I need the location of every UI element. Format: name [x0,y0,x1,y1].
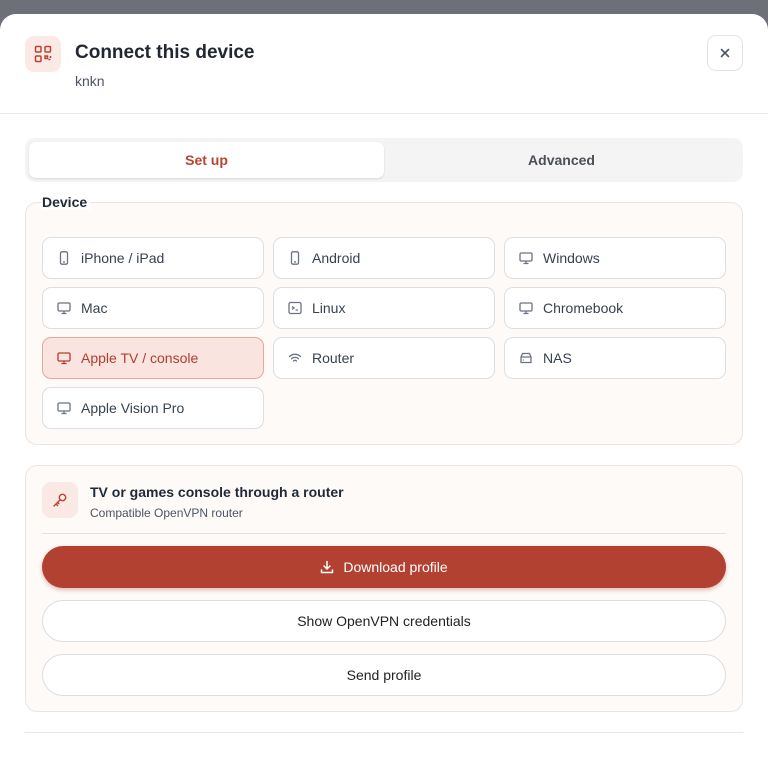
terminal-icon [288,301,302,315]
monitor-icon [57,352,71,365]
device-option-chromebook[interactable]: Chromebook [504,287,726,329]
device-name: knkn [75,73,105,89]
device-option-label: NAS [543,350,572,366]
device-option-android[interactable]: Android [273,237,495,279]
device-option-apple-vision-pro[interactable]: Apple Vision Pro [42,387,264,429]
show-credentials-button[interactable]: Show OpenVPN credentials [42,600,726,642]
device-option-label: iPhone / iPad [81,250,165,266]
download-icon [321,560,334,574]
download-profile-label: Download profile [343,559,448,575]
mode-tabs: Set up Advanced [25,138,743,182]
divider [42,533,726,534]
device-option-label: Windows [543,250,600,266]
key-icon [42,482,78,518]
device-grid: iPhone / iPad Android Windows Mac Linux … [42,237,726,429]
device-option-label: Apple TV / console [81,350,199,366]
monitor-icon [57,402,71,415]
device-option-label: Router [312,350,355,366]
monitor-icon [519,252,533,265]
device-option-label: Linux [312,300,346,316]
device-option-label: Apple Vision Pro [81,400,185,416]
modal-header: Connect this device knkn [0,14,768,114]
monitor-icon [57,302,71,315]
device-option-label: Android [312,250,361,266]
close-icon [720,48,730,58]
device-option-apple-tv-console[interactable]: Apple TV / console [42,337,264,379]
router-instructions-card: TV or games console through a router Com… [25,465,743,712]
router-card-subtitle: Compatible OpenVPN router [90,506,243,520]
device-fieldset: iPhone / iPad Android Windows Mac Linux … [25,202,743,445]
download-profile-button[interactable]: Download profile [42,546,726,588]
monitor-icon [519,302,533,315]
device-option-mac[interactable]: Mac [42,287,264,329]
tab-set-up[interactable]: Set up [29,142,384,178]
phone-icon [59,251,69,265]
wifi-icon [288,353,302,362]
divider [25,732,743,733]
device-legend: Device [42,194,91,210]
storage-icon [520,352,532,364]
device-option-iphone-ipad[interactable]: iPhone / iPad [42,237,264,279]
show-credentials-label: Show OpenVPN credentials [297,613,471,629]
send-profile-button[interactable]: Send profile [42,654,726,696]
modal-title: Connect this device [75,42,255,63]
router-card-title: TV or games console through a router [90,484,344,500]
device-option-label: Mac [81,300,108,316]
device-option-label: Chromebook [543,300,624,316]
qr-code-icon [25,36,61,72]
phone-icon [290,251,300,265]
device-option-windows[interactable]: Windows [504,237,726,279]
send-profile-label: Send profile [346,667,422,683]
device-option-linux[interactable]: Linux [273,287,495,329]
close-button[interactable] [707,35,743,71]
device-option-router[interactable]: Router [273,337,495,379]
device-option-nas[interactable]: NAS [504,337,726,379]
tab-advanced[interactable]: Advanced [384,142,739,178]
